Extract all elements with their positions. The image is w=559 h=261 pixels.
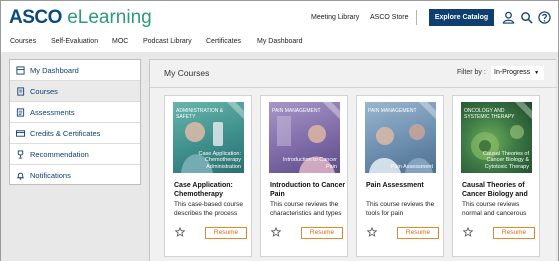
header-divider bbox=[416, 10, 417, 25]
course-title[interactable]: Introduction to Cancer Pain bbox=[270, 181, 346, 199]
sidebar-item-my-dashboard[interactable]: My Dashboard bbox=[10, 60, 140, 81]
course-card[interactable]: Pain Management Pain Assessment Pain Ass… bbox=[356, 95, 444, 257]
sidebar-item-courses[interactable]: Courses bbox=[10, 81, 140, 102]
course-card[interactable]: Oncology and Systemic Therapy Causal The… bbox=[452, 95, 540, 257]
course-caption: Pain Assessment bbox=[390, 163, 433, 170]
course-thumbnail[interactable]: Pain Management Introduction to Cancer P… bbox=[269, 102, 340, 173]
resume-button[interactable]: Resume bbox=[397, 227, 439, 239]
course-thumbnail[interactable]: Oncology and Systemic Therapy Causal The… bbox=[461, 102, 532, 173]
sidebar-item-label: Credits & Certificates bbox=[30, 129, 101, 138]
resume-button[interactable]: Resume bbox=[301, 227, 343, 239]
course-title[interactable]: Case Application: Chemotherapy bbox=[174, 181, 250, 199]
nav-my-dashboard[interactable]: My Dashboard bbox=[257, 38, 303, 45]
my-courses-panel: My Courses Filter by : In-Progress ▼ Adm… bbox=[149, 59, 557, 261]
sidebar-item-label: Courses bbox=[30, 87, 58, 96]
course-caption: Introduction to Cancer Pain bbox=[282, 157, 337, 170]
list-icon bbox=[16, 108, 25, 117]
course-category: Oncology and Systemic Therapy bbox=[464, 108, 515, 120]
document-icon bbox=[17, 87, 25, 96]
course-thumbnail[interactable]: Administration & Safety Case Application… bbox=[173, 102, 244, 173]
search-icon[interactable] bbox=[520, 11, 533, 24]
sidebar-item-label: Assessments bbox=[30, 108, 75, 117]
help-icon[interactable] bbox=[538, 11, 551, 24]
filter-dropdown[interactable]: In-Progress ▼ bbox=[491, 66, 544, 80]
asco-elearning-logo[interactable]: ASCO eLearning bbox=[9, 7, 152, 29]
course-card[interactable]: Pain Management Introduction to Cancer P… bbox=[260, 95, 348, 257]
resume-button[interactable]: Resume bbox=[493, 227, 535, 239]
star-icon[interactable] bbox=[463, 227, 473, 237]
explore-catalog-button[interactable]: Explore Catalog bbox=[429, 9, 494, 26]
sidebar-item-notifications[interactable]: Notifications bbox=[10, 165, 140, 186]
nav-self-evaluation[interactable]: Self-Evaluation bbox=[51, 38, 98, 45]
sidebar-item-assessments[interactable]: Assessments bbox=[10, 102, 140, 123]
course-title[interactable]: Causal Theories of Cancer Biology and bbox=[462, 181, 538, 199]
page-title: My Courses bbox=[164, 68, 210, 78]
star-icon[interactable] bbox=[367, 227, 377, 237]
sidebar-item-label: Recommendation bbox=[30, 150, 89, 159]
course-category: Pain Management bbox=[272, 108, 321, 114]
bell-icon bbox=[16, 172, 25, 180]
course-description: This course reviews the characteristics … bbox=[270, 201, 342, 217]
content-area: My Dashboard Courses Assessments Credits… bbox=[1, 52, 558, 261]
course-category: Administration & Safety bbox=[176, 108, 224, 120]
trophy-icon bbox=[17, 150, 24, 159]
panel-divider bbox=[150, 87, 557, 88]
asco-store-link[interactable]: ASCO Store bbox=[370, 14, 409, 21]
dashboard-icon bbox=[16, 66, 25, 75]
filter-label: Filter by : bbox=[457, 69, 486, 76]
resume-button[interactable]: Resume bbox=[205, 227, 247, 239]
sidebar-item-recommendation[interactable]: Recommendation bbox=[10, 144, 140, 165]
nav-podcast-library[interactable]: Podcast Library bbox=[143, 38, 192, 45]
caret-down-icon: ▼ bbox=[534, 70, 540, 76]
nav-courses[interactable]: Courses bbox=[10, 38, 36, 45]
filter-value: In-Progress bbox=[494, 69, 531, 76]
course-title[interactable]: Pain Assessment bbox=[366, 181, 442, 190]
star-icon[interactable] bbox=[271, 227, 281, 237]
user-icon[interactable] bbox=[502, 11, 515, 24]
course-category: Pain Management bbox=[368, 108, 417, 114]
top-header: ASCO eLearning Meeting Library ASCO Stor… bbox=[1, 1, 558, 34]
nav-certificates[interactable]: Certificates bbox=[206, 38, 241, 45]
credit-card-icon bbox=[16, 130, 25, 137]
sidebar-item-credits-certificates[interactable]: Credits & Certificates bbox=[10, 123, 140, 144]
course-caption: Case Application: Chemotherapy Administr… bbox=[198, 150, 242, 170]
course-description: This course reviews the tools for pain bbox=[366, 201, 435, 217]
star-icon[interactable] bbox=[175, 227, 185, 237]
course-card[interactable]: Administration & Safety Case Application… bbox=[164, 95, 252, 257]
main-nav: Courses Self-Evaluation MOC Podcast Libr… bbox=[1, 34, 558, 52]
sidebar: My Dashboard Courses Assessments Credits… bbox=[9, 59, 141, 185]
meeting-library-link[interactable]: Meeting Library bbox=[311, 14, 359, 21]
sidebar-item-label: Notifications bbox=[30, 171, 71, 180]
course-description: This course reviews normal and cancerous bbox=[462, 201, 527, 217]
course-description: This case-based course describes the pro… bbox=[174, 201, 244, 217]
sidebar-item-label: My Dashboard bbox=[30, 66, 79, 75]
course-caption: Causal Theories of Cancer Biology & Cyto… bbox=[482, 150, 529, 170]
nav-moc[interactable]: MOC bbox=[112, 38, 128, 45]
course-thumbnail[interactable]: Pain Management Pain Assessment bbox=[365, 102, 436, 173]
